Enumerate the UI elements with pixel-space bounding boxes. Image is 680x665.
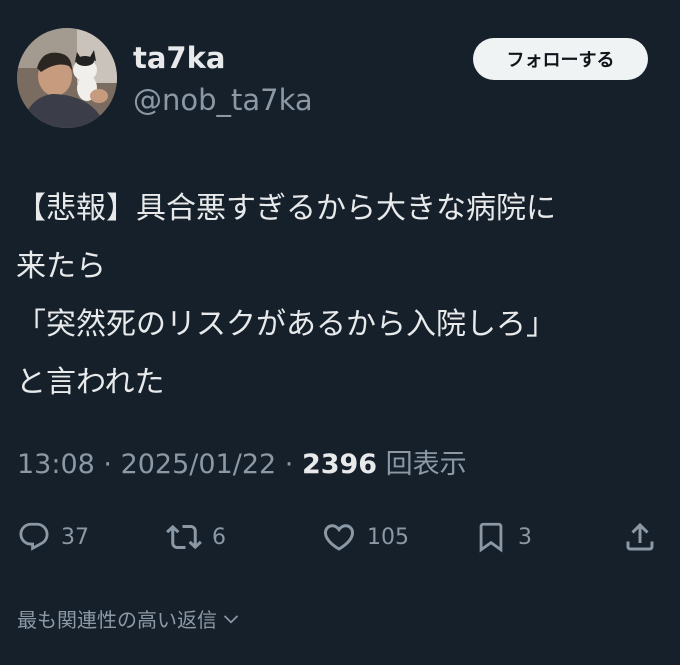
avatar[interactable] (17, 28, 117, 128)
replies-sort-dropdown[interactable]: 最も関連性の高い返信 (17, 604, 241, 633)
like-count: 105 (367, 524, 409, 550)
tweet-meta: 13:08 · 2025/01/22 · 2396 回表示 (17, 445, 467, 485)
bookmark-count: 3 (518, 524, 532, 550)
views-label[interactable]: 回表示 (377, 449, 467, 480)
avatar-photo (17, 28, 117, 128)
tweet-line: と言われた (16, 365, 165, 400)
tweet-date[interactable]: 2025/01/22 (121, 449, 277, 480)
meta-separator: · (276, 449, 302, 480)
like-button[interactable]: 105 (321, 516, 409, 558)
retweet-count: 6 (212, 524, 226, 550)
tweet-text: 【悲報】具合悪すぎるから大きな病院に 来たら 「突然死のリスクがあるから入院しろ… (16, 180, 672, 412)
user-handle[interactable]: @nob_ta7ka (133, 80, 313, 120)
views-count[interactable]: 2396 (302, 449, 377, 480)
reply-button[interactable]: 37 (17, 516, 89, 558)
replies-sort-label: 最も関連性の高い返信 (17, 608, 217, 632)
bookmark-button[interactable]: 3 (474, 516, 532, 558)
retweet-button[interactable]: 6 (166, 516, 226, 558)
reply-icon (19, 522, 49, 551)
tweet-line: 【悲報】具合悪すぎるから大きな病院に (16, 191, 556, 226)
display-name[interactable]: ta7ka (133, 38, 225, 78)
share-icon (626, 522, 654, 551)
meta-separator: · (94, 449, 121, 480)
follow-button[interactable]: フォローする (473, 38, 648, 80)
heart-icon (323, 524, 355, 551)
share-button[interactable] (622, 516, 658, 558)
retweet-icon (166, 524, 202, 550)
chevron-down-icon (223, 614, 239, 624)
tweet-time[interactable]: 13:08 (17, 449, 95, 480)
tweet-line: 「突然死のリスクがあるから入院しろ」 (16, 307, 556, 342)
tweet-line: 来たら (16, 249, 106, 284)
bookmark-icon (479, 522, 503, 553)
reply-count: 37 (61, 524, 89, 550)
